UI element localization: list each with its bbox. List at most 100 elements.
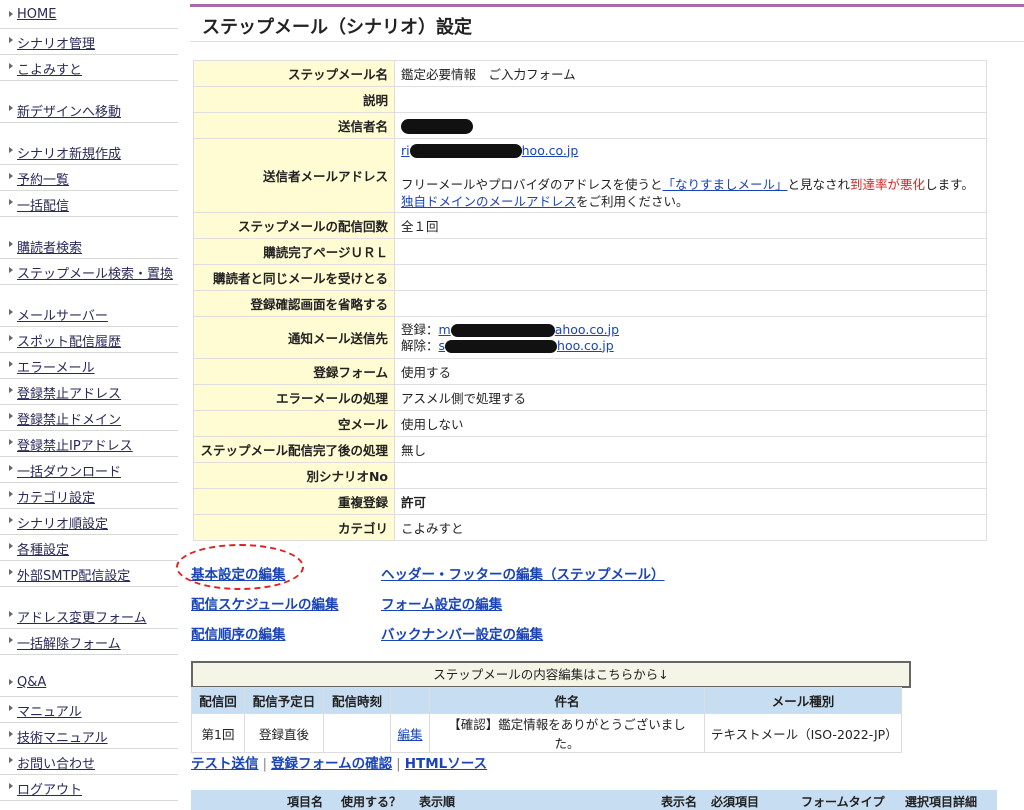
sidebar-item-bulk-send[interactable]: 一括配信 xyxy=(0,192,178,217)
edit-order-link[interactable]: 配信順序の編集 xyxy=(191,623,286,643)
sidebar-item-blocked-domain[interactable]: 登録禁止ドメイン xyxy=(0,406,178,431)
sidebar-item-scenario-order[interactable]: シナリオ順設定 xyxy=(0,510,178,535)
empty-mail-label: 空メール xyxy=(193,410,395,437)
sidebar-item-qa[interactable]: Q&A xyxy=(0,672,178,697)
empty-mail-value: 使用しない xyxy=(394,410,987,437)
col-header: 配信予定日 xyxy=(244,687,324,714)
sender-email-value: ri hoo.co.jp フリーメールやプロバイダのアドレスを使うと「なりすましメ… xyxy=(394,138,987,213)
delivery-count-label: ステップメールの配信回数 xyxy=(193,212,395,239)
spoof-mail-link[interactable]: 「なりすましメール」 xyxy=(663,177,788,192)
table-row: 別シナリオNo xyxy=(193,462,987,489)
delivery-number: 第1回 xyxy=(191,713,245,753)
table-header-row: 配信回 配信予定日 配信時刻 件名 メール種別 xyxy=(191,687,902,714)
sidebar-item-home[interactable]: HOME xyxy=(0,4,178,29)
notify-register-link[interactable]: m ahoo.co.jp xyxy=(439,322,619,337)
arrow-right-icon xyxy=(9,173,13,179)
error-mail-label: エラーメールの処理 xyxy=(193,384,395,411)
delivery-time xyxy=(323,713,391,753)
sidebar-item-spot-history[interactable]: スポット配信履歴 xyxy=(0,328,178,353)
sidebar-item-new-design[interactable]: 新デザインへ移動 xyxy=(0,98,178,123)
arrow-right-icon xyxy=(9,199,13,205)
notify-label: 通知メール送信先 xyxy=(193,316,395,359)
col-header: 配信回 xyxy=(191,687,245,714)
description-value xyxy=(394,86,987,113)
arrow-right-icon xyxy=(9,267,13,273)
sender-email-link[interactable]: ri hoo.co.jp xyxy=(401,143,578,158)
sender-name-label: 送信者名 xyxy=(193,112,395,139)
html-source-link[interactable]: HTMLソース xyxy=(405,756,487,772)
edit-basic-settings-link[interactable]: 基本設定の編集 xyxy=(191,563,286,583)
step-name-value: 鑑定必要情報 ご入力フォーム xyxy=(394,60,987,87)
sidebar-item-blocked-ip[interactable]: 登録禁止IPアドレス xyxy=(0,432,178,457)
sidebar-item-error-mail[interactable]: エラーメール xyxy=(0,354,178,379)
col-header: メール種別 xyxy=(704,687,902,714)
redacted-text xyxy=(401,118,473,134)
sidebar-item-koyomisuto[interactable]: こよみすと xyxy=(0,56,178,81)
reg-form-label: 登録フォーム xyxy=(193,358,395,385)
table-row: 空メール 使用しない xyxy=(193,410,987,437)
edit-cell: 編集 xyxy=(390,713,430,753)
arrow-right-icon xyxy=(9,413,13,419)
table-row: 送信者メールアドレス ri hoo.co.jp フリーメールやプロバイダのアドレス… xyxy=(193,138,987,213)
sidebar-item-manual[interactable]: マニュアル xyxy=(0,698,178,723)
sidebar-item-new-scenario[interactable]: シナリオ新規作成 xyxy=(0,140,178,165)
arrow-right-icon xyxy=(9,637,13,643)
table-row: 説明 xyxy=(193,86,987,113)
description-label: 説明 xyxy=(193,86,395,113)
sidebar-item-scenario-manage[interactable]: シナリオ管理 xyxy=(0,30,178,55)
arrow-right-icon xyxy=(9,757,13,763)
edit-mail-link[interactable]: 編集 xyxy=(397,727,422,742)
sidebar-item-bulk-download[interactable]: 一括ダウンロード xyxy=(0,458,178,483)
arrow-right-icon xyxy=(9,147,13,153)
arrow-right-icon xyxy=(9,241,13,247)
sidebar-item-bulk-cancel-form[interactable]: 一括解除フォーム xyxy=(0,630,178,655)
notify-unregister-link[interactable]: s hoo.co.jp xyxy=(439,338,614,353)
confirm-form-link[interactable]: 登録フォームの確認 xyxy=(271,756,392,772)
edit-backnumber-link[interactable]: バックナンバー設定の編集 xyxy=(381,623,543,643)
sidebar-item-step-search-replace[interactable]: ステップメール検索・置換 xyxy=(0,260,178,285)
col-header xyxy=(390,687,430,714)
bottom-links: テスト送信 | 登録フォームの確認 | HTMLソース xyxy=(191,756,488,772)
test-send-link[interactable]: テスト送信 xyxy=(191,756,259,772)
table-row: ステップメール名 鑑定必要情報 ご入力フォーム xyxy=(193,60,987,87)
edit-form-settings-link[interactable]: フォーム設定の編集 xyxy=(381,593,502,613)
arrow-right-icon xyxy=(9,543,13,549)
sidebar-item-subscriber-search[interactable]: 購読者検索 xyxy=(0,234,178,259)
sidebar-item-category-settings[interactable]: カテゴリ設定 xyxy=(0,484,178,509)
table-row: 重複登録 許可 xyxy=(193,488,987,515)
sidebar-item-reservations[interactable]: 予約一覧 xyxy=(0,166,178,191)
sidebar-item-misc-settings[interactable]: 各種設定 xyxy=(0,536,178,561)
after-complete-label: ステップメール配信完了後の処理 xyxy=(193,436,395,463)
sender-email-label: 送信者メールアドレス xyxy=(193,138,395,213)
sidebar-item-blocked-address[interactable]: 登録禁止アドレス xyxy=(0,380,178,405)
table-row: 登録確認画面を省略する xyxy=(193,290,987,317)
sidebar-item-mail-server[interactable]: メールサーバー xyxy=(0,302,178,327)
sidebar-item-tech-manual[interactable]: 技術マニュアル xyxy=(0,724,178,749)
page-title: ステップメール（シナリオ）設定 xyxy=(202,17,472,38)
duplicate-label: 重複登録 xyxy=(193,488,395,515)
sidebar-item-contact[interactable]: お問い合わせ xyxy=(0,750,178,775)
sidebar-item-smtp-settings[interactable]: 外部SMTP配信設定 xyxy=(0,562,178,587)
col-header: 配信時刻 xyxy=(323,687,391,714)
own-domain-link[interactable]: 独自ドメインのメールアドレス xyxy=(401,194,576,209)
edit-schedule-link[interactable]: 配信スケジュールの編集 xyxy=(191,593,339,613)
arrow-right-icon xyxy=(9,569,13,575)
notify-value: 登録：m ahoo.co.jp 解除：s hoo.co.jp xyxy=(394,316,987,359)
redacted-text xyxy=(445,339,558,353)
skip-confirm-value xyxy=(394,290,987,317)
mail-subject: 【確認】鑑定情報をありがとうございました。 xyxy=(429,713,705,753)
purchase-url-label: 購読完了ページＵＲＬ xyxy=(193,238,395,265)
arrow-right-icon xyxy=(9,361,13,367)
mail-type: テキストメール（ISO-2022-JP） xyxy=(704,713,902,753)
redacted-text xyxy=(450,323,555,337)
error-mail-value: アスメル側で処理する xyxy=(394,384,987,411)
redacted-text xyxy=(409,144,522,158)
sidebar-item-address-change-form[interactable]: アドレス変更フォーム xyxy=(0,604,178,629)
arrow-right-icon xyxy=(9,491,13,497)
same-mail-label: 購読者と同じメールを受けとる xyxy=(193,264,395,291)
table-row: カテゴリ こよみすと xyxy=(193,514,987,541)
arrow-right-icon xyxy=(9,783,13,789)
edit-header-footer-link[interactable]: ヘッダー・フッターの編集（ステップメール） xyxy=(381,563,665,583)
sidebar-item-logout[interactable]: ログアウト xyxy=(0,776,178,801)
arrow-right-icon xyxy=(9,387,13,393)
